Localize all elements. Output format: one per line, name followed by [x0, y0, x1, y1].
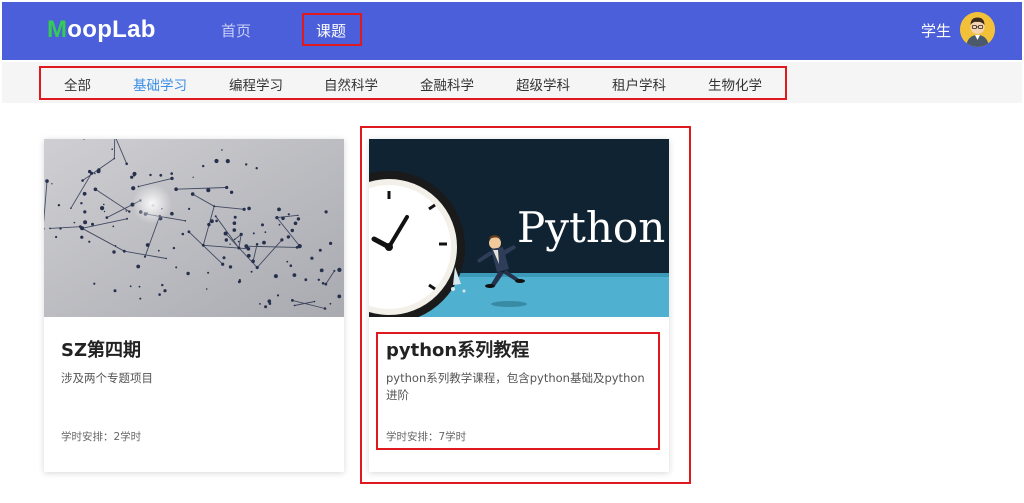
card-description: 涉及两个专题项目 [61, 371, 153, 385]
category-programming[interactable]: 编程学习 [229, 74, 283, 94]
category-natural-science[interactable]: 自然科学 [324, 74, 378, 94]
python-clock-runner-image: Python [369, 139, 669, 317]
category-finance[interactable]: 金融科学 [420, 74, 474, 94]
avatar-icon [960, 12, 995, 47]
category-biochem[interactable]: 生物化学 [708, 74, 762, 94]
python-image-text: Python [517, 203, 665, 252]
highlight-box-python-info [376, 332, 660, 450]
category-basic[interactable]: 基础学习 [133, 74, 187, 94]
course-card-sz[interactable]: SZ第四期 涉及两个专题项目 学时安排：2学时 [44, 139, 344, 472]
logo[interactable]: MoopLab [47, 16, 156, 44]
top-nav-bar: MoopLab [2, 2, 1022, 60]
category-super[interactable]: 超级学科 [516, 74, 570, 94]
nav-home[interactable]: 首页 [221, 20, 251, 41]
avatar[interactable] [960, 12, 995, 47]
network-sphere-image [44, 139, 344, 317]
category-tenant[interactable]: 租户学科 [612, 74, 666, 94]
nav-courses[interactable]: 课题 [316, 20, 346, 41]
card-title[interactable]: SZ第四期 [61, 336, 141, 362]
category-all[interactable]: 全部 [64, 74, 91, 94]
user-role-label[interactable]: 学生 [921, 20, 951, 41]
card-hours: 学时安排：2学时 [61, 431, 142, 443]
